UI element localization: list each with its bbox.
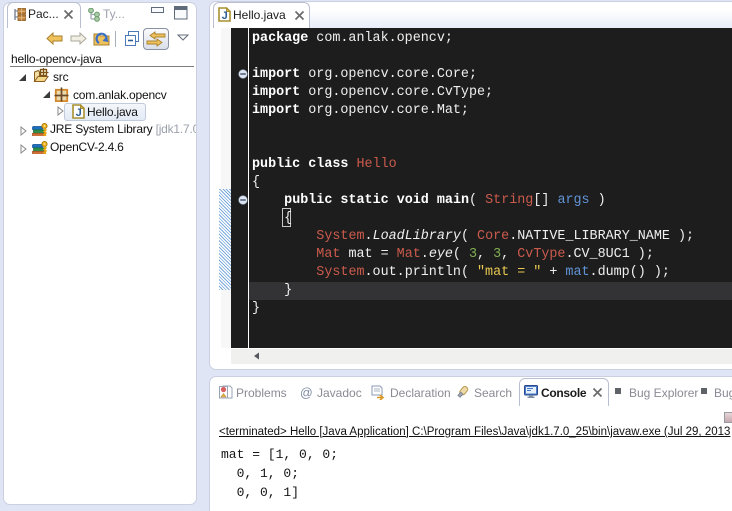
svg-text:J: J [222, 10, 228, 22]
svg-text:J: J [76, 107, 82, 119]
